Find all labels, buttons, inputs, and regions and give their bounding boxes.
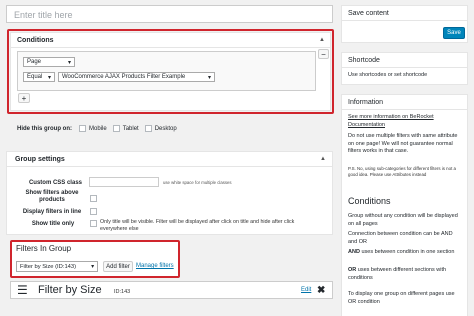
shortcode-header: Shortcode	[348, 57, 380, 64]
drag-handle-icon[interactable]: ☰	[17, 284, 28, 296]
title-input[interactable]: Enter title here	[6, 5, 333, 23]
condition-section: Page ▾ Equal ▾ WooCommerce AJAX Products F…	[17, 51, 316, 91]
show-filters-above-label: Show filters above products	[25, 190, 79, 203]
show-title-only-checkbox[interactable]	[90, 220, 97, 227]
group-settings-panel: Group settings ▲ Custom CSS class use wh…	[6, 151, 333, 235]
condition-value-select[interactable]: WooCommerce AJAX Products Filter Example…	[58, 72, 215, 82]
show-title-only-desc: Only title will be visible. Filter will …	[100, 219, 295, 232]
filter-edit-link[interactable]: Edit	[301, 287, 311, 293]
custom-css-label: Custom CSS class	[28, 180, 82, 186]
collapse-caret-icon[interactable]: ▲	[320, 156, 326, 162]
mobile-checkbox[interactable]	[79, 125, 86, 132]
information-header: Information	[348, 99, 384, 106]
chevron-down-icon: ▾	[47, 74, 51, 81]
condition-operator-select[interactable]: Equal ▾	[23, 72, 55, 82]
filters-in-group-header: Filters In Group	[16, 244, 72, 253]
shortcode-divider	[342, 67, 467, 68]
documentation-link[interactable]: See more information on BeRocket Documen…	[348, 114, 462, 129]
mobile-label: Mobile	[89, 125, 107, 132]
tablet-checkbox[interactable]	[112, 125, 120, 132]
save-content-header: Save content	[348, 10, 389, 17]
info-warning: Do not use multiple filters with same at…	[348, 133, 458, 154]
group-settings-divider	[7, 166, 332, 167]
close-icon[interactable]: ✖	[317, 285, 325, 296]
tablet-label: Tablet	[122, 125, 139, 132]
information-box: Information See more information on BeRo…	[341, 94, 468, 316]
custom-css-input[interactable]	[89, 177, 159, 187]
custom-css-hint: use white space for multiple classes	[163, 180, 232, 185]
remove-condition-button[interactable]: −	[318, 49, 329, 59]
chevron-down-icon: ▾	[67, 59, 71, 66]
show-title-only-label: Show title only	[31, 221, 75, 227]
shortcode-box: Shortcode Use shortcodes or set shortcod…	[341, 52, 468, 85]
cond-note-5: To display one group on different pages …	[348, 291, 455, 305]
filter-select[interactable]: Filter by Size (ID:143) ▾	[16, 261, 98, 272]
info-ps: P.S. No, using sub-categories for differ…	[348, 166, 456, 177]
display-inline-checkbox[interactable]	[90, 208, 97, 215]
desktop-label: Desktop	[154, 125, 177, 132]
hide-group-label: Hide this group on:	[17, 125, 72, 132]
manage-filters-link[interactable]: Manage filters	[136, 263, 174, 269]
conditions-divider	[11, 47, 330, 48]
chevron-down-icon: ▾	[207, 74, 211, 81]
conditions-panel: Conditions ▲ − Page ▾ Equal ▾ WooCommerce …	[10, 32, 331, 111]
cond-note-1: Group without any condition will be disp…	[348, 213, 458, 227]
information-divider	[342, 109, 467, 110]
collapse-caret-icon[interactable]: ▲	[319, 37, 325, 43]
filter-item-row: ☰ Filter by Size ID:143 Edit ✖	[10, 281, 333, 299]
cond-note-2: Connection between condition can be AND …	[348, 231, 453, 245]
hide-group-row: Hide this group on: Mobile Tablet Deskto…	[17, 125, 177, 132]
save-content-box: Save content Save	[341, 5, 468, 43]
conditions-title: Conditions	[348, 196, 391, 206]
filter-item-id: ID:143	[114, 289, 131, 295]
conditions-header: Conditions	[17, 37, 54, 44]
show-filters-above-checkbox[interactable]	[90, 195, 97, 202]
chevron-down-icon: ▾	[91, 263, 94, 270]
save-button[interactable]: Save	[443, 27, 465, 39]
display-inline-label: Display filters in line	[22, 209, 82, 215]
condition-type-select[interactable]: Page ▾	[23, 57, 75, 67]
shortcode-text: Use shortcodes or set shortcode	[348, 72, 428, 78]
desktop-checkbox[interactable]	[144, 125, 152, 132]
title-placeholder: Enter title here	[14, 10, 73, 20]
add-filter-button[interactable]: Add filter	[103, 261, 133, 272]
group-settings-header: Group settings	[15, 156, 65, 163]
save-divider	[342, 20, 467, 21]
cond-note-3: AND uses between condition in one sectio…	[348, 249, 455, 255]
filters-in-group-highlight: Filters In Group Filter by Size (ID:143)…	[10, 240, 180, 278]
add-condition-button[interactable]: +	[18, 93, 30, 103]
filter-item-title: Filter by Size	[38, 284, 102, 296]
cond-note-4: OR uses between different sections with …	[348, 267, 447, 281]
